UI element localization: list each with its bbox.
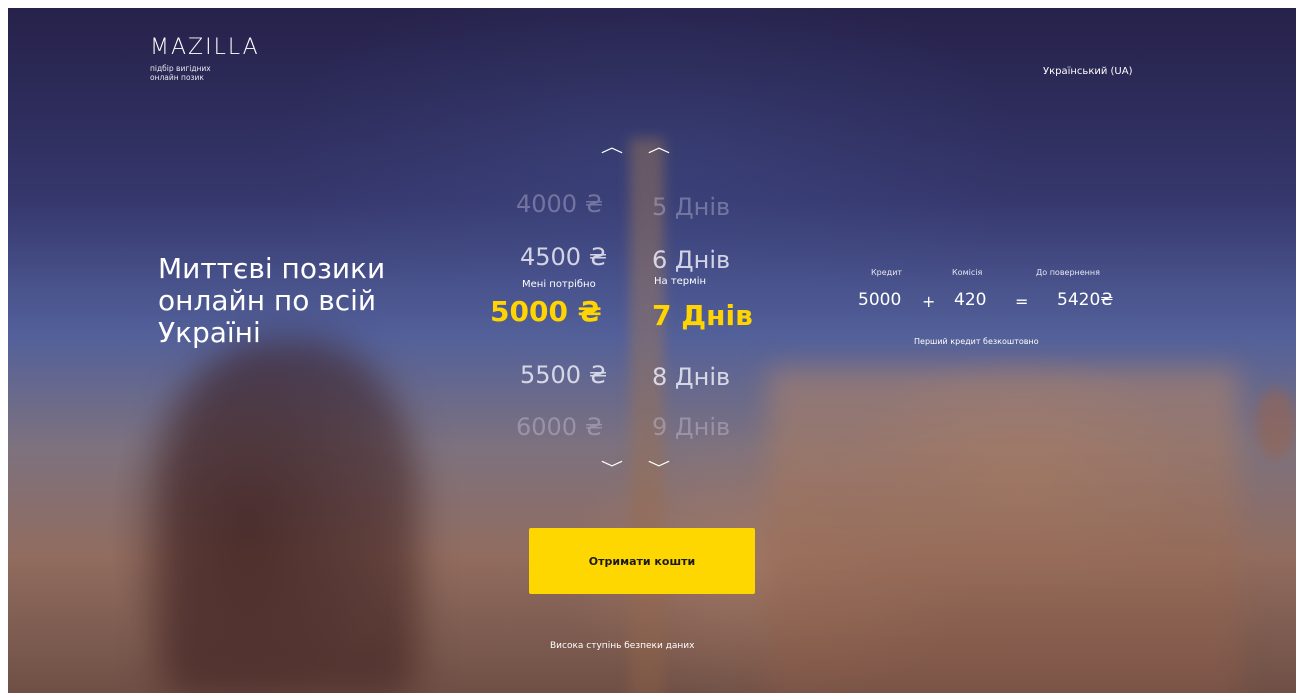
language-selector[interactable]: Український (UA) — [1043, 66, 1133, 77]
amount-option[interactable]: 6000 ₴ — [516, 413, 603, 441]
amount-option[interactable]: 4000 ₴ — [516, 190, 603, 218]
amount-option[interactable]: 5500 ₴ — [520, 361, 607, 389]
term-option[interactable]: 5 Днів — [652, 193, 730, 221]
amount-down-arrow-icon[interactable]: ﹀ — [601, 455, 623, 479]
logo-tagline: підбір вигідних онлайн позик — [150, 64, 260, 82]
plus-sign: + — [922, 292, 936, 311]
equals-sign: = — [1015, 292, 1029, 311]
get-money-button[interactable]: Отримати кошти — [529, 528, 755, 594]
term-caption: На термін — [654, 276, 707, 287]
first-credit-note: Перший кредит безкоштовно — [914, 337, 1039, 346]
hero-headline: Миттєві позики онлайн по всій Україні — [158, 252, 386, 349]
repay-value: 5420₴ — [1057, 290, 1114, 310]
commission-label: Комісія — [952, 268, 983, 277]
term-option[interactable]: 9 Днів — [652, 413, 730, 441]
commission-value: 420 — [954, 290, 987, 310]
logo-tagline-line1: підбір вигідних — [150, 64, 211, 73]
amount-selected[interactable]: 5000 ₴ — [490, 298, 602, 326]
credit-value: 5000 — [858, 290, 902, 310]
term-option[interactable]: 8 Днів — [652, 363, 730, 391]
credit-label: Кредит — [871, 268, 903, 277]
term-option[interactable]: 6 Днів — [652, 246, 730, 274]
amount-caption: Мені потрібно — [522, 279, 596, 290]
amount-option[interactable]: 4500 ₴ — [520, 243, 607, 271]
logo-tagline-line2: онлайн позик — [150, 73, 204, 82]
logo-wordmark: MAZILLA — [150, 35, 260, 60]
term-down-arrow-icon[interactable]: ﹀ — [648, 455, 670, 479]
repay-label: До повернення — [1036, 268, 1100, 277]
term-selected[interactable]: 7 Днів — [652, 302, 753, 330]
amount-up-arrow-icon[interactable]: ︿ — [601, 133, 623, 157]
term-up-arrow-icon[interactable]: ︿ — [648, 133, 670, 157]
security-note: Висока ступінь безпеки даних — [550, 641, 695, 651]
logo[interactable]: MAZILLA підбір вигідних онлайн позик — [150, 35, 260, 83]
